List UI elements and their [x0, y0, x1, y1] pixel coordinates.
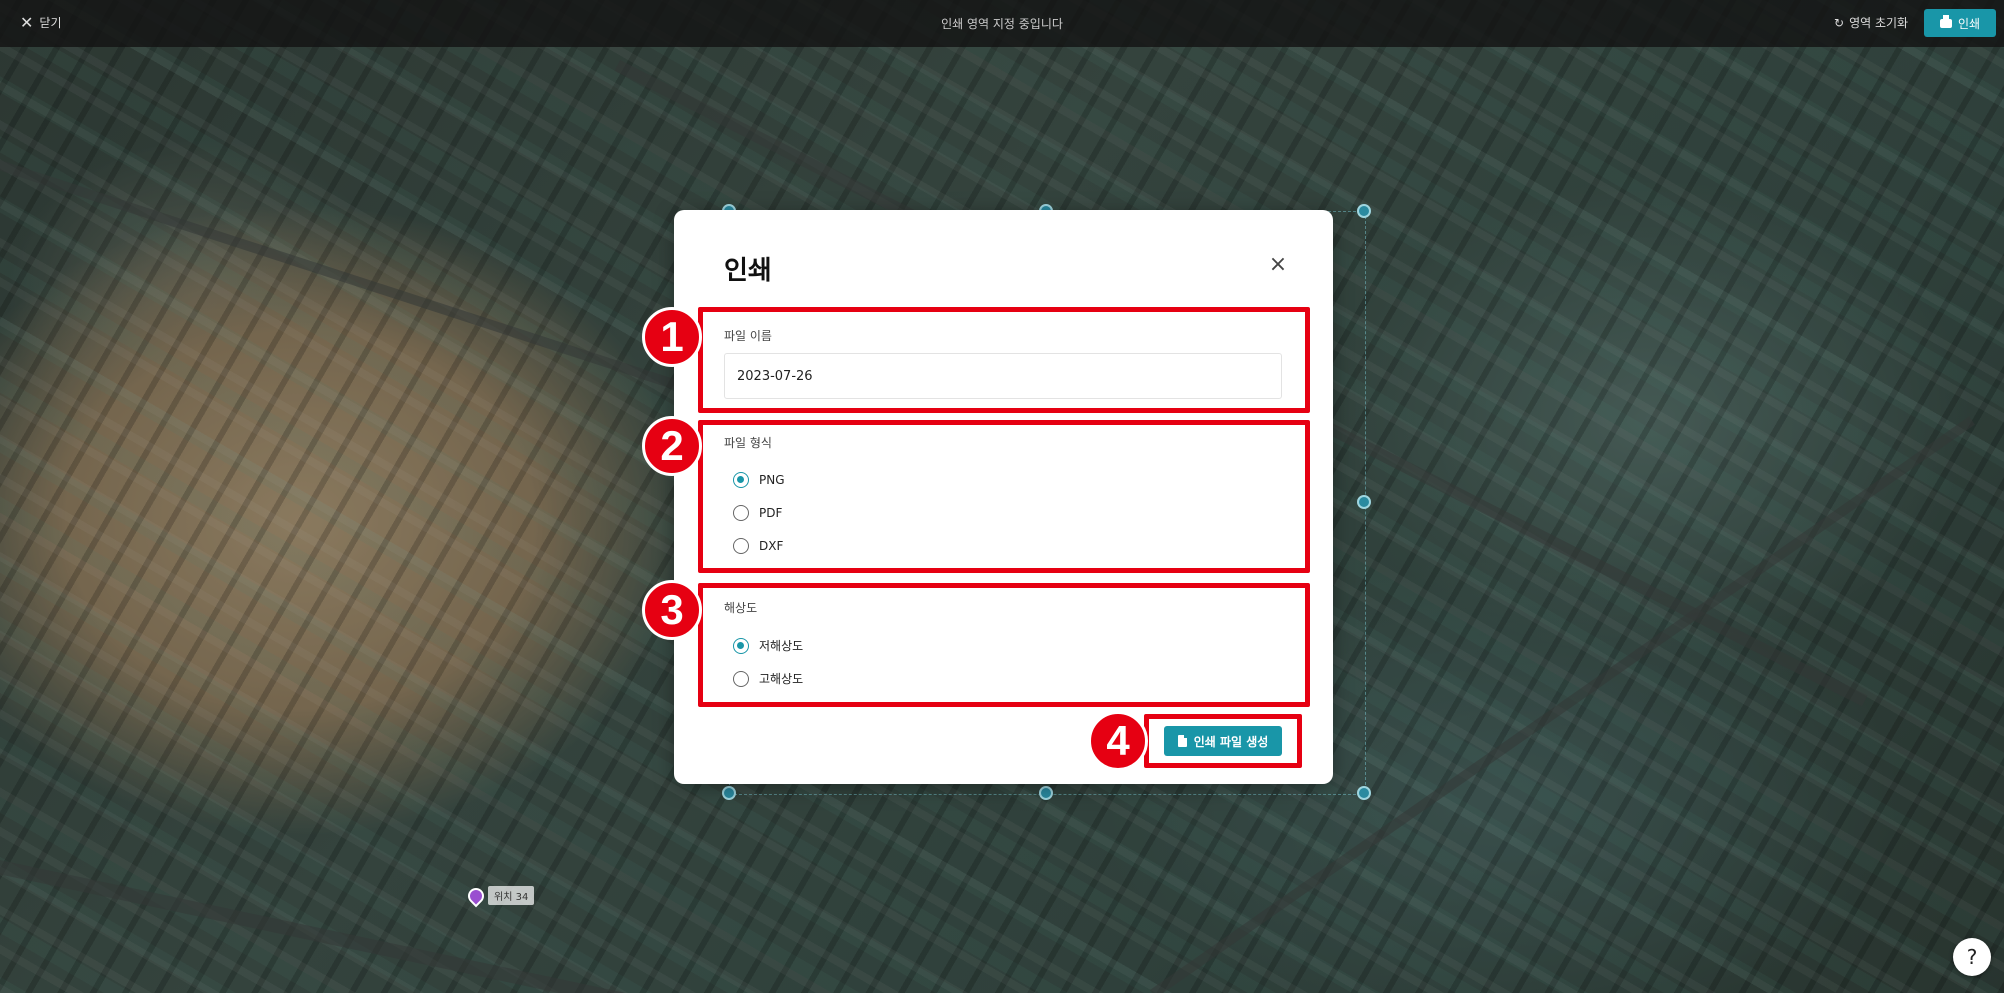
map-location-pin[interactable]: 위치 34 — [464, 884, 535, 907]
dialog-title: 인쇄 — [724, 256, 772, 286]
step-badge-3: 3 — [642, 580, 702, 640]
highlight-box-resolution — [698, 583, 1310, 707]
selection-handle-bottom-left[interactable] — [722, 786, 736, 800]
map-pin-icon — [464, 884, 488, 907]
dialog-close-icon[interactable]: × — [1266, 254, 1290, 278]
selection-handle-middle-right[interactable] — [1357, 495, 1371, 509]
selection-handle-top-right[interactable] — [1357, 204, 1371, 218]
map-pin-label: 위치 34 — [488, 886, 535, 905]
printer-icon — [1939, 14, 1952, 28]
selection-handle-bottom-middle[interactable] — [1039, 786, 1053, 800]
selection-handle-bottom-right[interactable] — [1357, 786, 1371, 800]
reset-area-label: 영역 초기화 — [1849, 16, 1909, 30]
step-badge-4: 4 — [1088, 711, 1148, 771]
top-bar: ✕ 닫기 인쇄 영역 지정 중입니다 ↻ 영역 초기화 인쇄 — [0, 0, 2004, 47]
help-button[interactable]: ? — [1953, 938, 1991, 976]
step-badge-2: 2 — [642, 416, 702, 476]
topbar-title: 인쇄 영역 지정 중입니다 — [941, 17, 1063, 31]
highlight-box-filename — [698, 307, 1310, 413]
print-button[interactable]: 인쇄 — [1924, 9, 1996, 37]
step-badge-1: 1 — [642, 307, 702, 367]
refresh-icon: ↻ — [1834, 15, 1845, 30]
print-button-label: 인쇄 — [1957, 16, 1981, 31]
reset-area-button[interactable]: ↻ 영역 초기화 — [1834, 14, 1908, 31]
highlight-box-format — [698, 420, 1310, 573]
highlight-box-generate — [1144, 714, 1302, 768]
